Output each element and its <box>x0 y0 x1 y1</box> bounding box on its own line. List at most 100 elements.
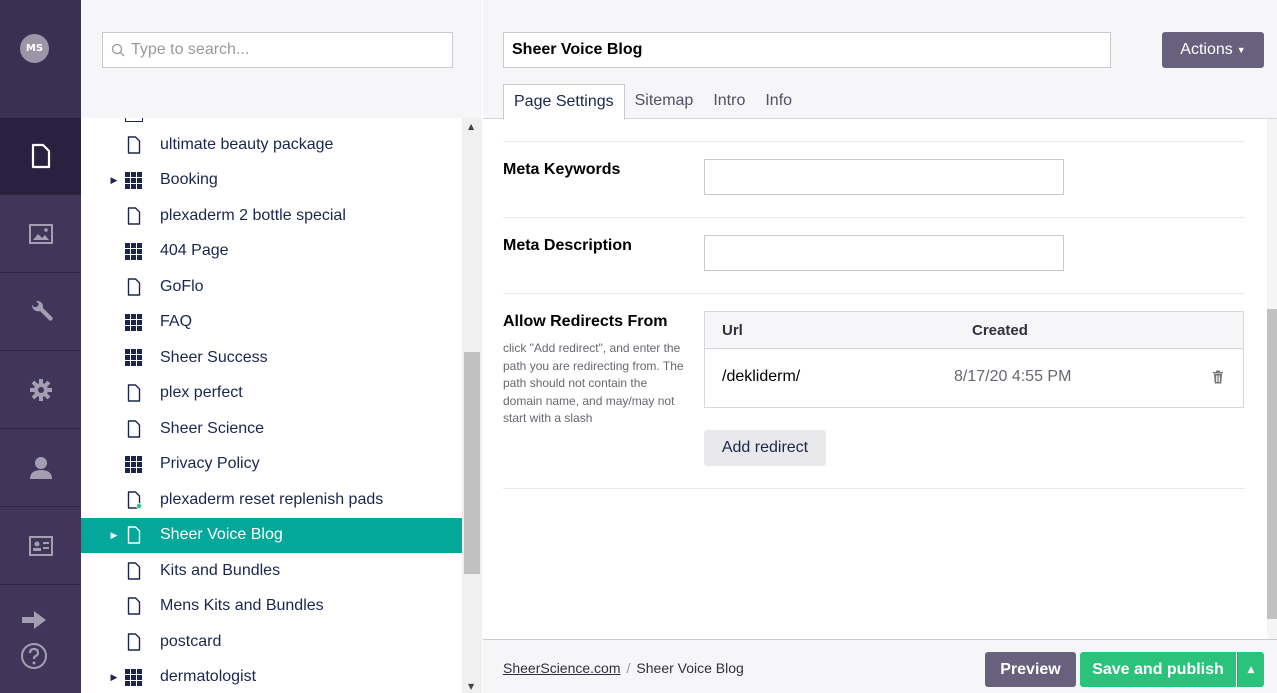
page-icon <box>125 136 143 154</box>
redirects-table-header: Url Created <box>705 312 1243 349</box>
grid-icon <box>125 313 143 331</box>
created-column-header: Created <box>972 322 1028 339</box>
page-new-icon <box>125 491 143 509</box>
tree-item[interactable]: plexaderm reset replenish pads <box>81 482 462 518</box>
editor-footer: SheerScience.com / Sheer Voice Blog Prev… <box>483 639 1277 693</box>
section-rail: MS <box>0 0 81 693</box>
meta-description-property: Meta Description <box>503 218 1245 294</box>
editor-scroll-thumb[interactable] <box>1267 309 1277 619</box>
page-icon <box>125 597 143 615</box>
actions-button[interactable]: Actions ▼ <box>1162 32 1264 68</box>
tree-item[interactable]: ▶ Booking <box>81 163 462 199</box>
caret-up-icon: ▲ <box>1247 664 1255 675</box>
page-icon <box>125 384 143 402</box>
rail-bottom <box>0 596 81 693</box>
content-section[interactable] <box>0 118 81 195</box>
tree-item-label: 404 Page <box>160 242 229 260</box>
search-input[interactable] <box>131 41 431 59</box>
page-icon <box>125 526 143 544</box>
page-icon-partial <box>125 118 143 122</box>
tree-item[interactable]: ultimate beauty package <box>81 127 462 163</box>
id-card-icon <box>28 536 53 556</box>
meta-keywords-input[interactable] <box>704 159 1064 195</box>
tree-item-label: dermatologist <box>160 668 257 686</box>
tree-item[interactable]: Sheer Success <box>81 340 462 376</box>
tree-item[interactable]: Privacy Policy <box>81 447 462 483</box>
trash-icon[interactable] <box>1212 370 1224 384</box>
tree-item[interactable]: GoFlo <box>81 269 462 305</box>
tree-item-label: postcard <box>160 632 222 650</box>
editor-tabs: Page Settings Sitemap Intro Info <box>503 84 802 120</box>
tree-item-label: GoFlo <box>160 277 204 295</box>
tree-item-label: ultimate beauty package <box>160 135 334 153</box>
help-icon[interactable] <box>20 642 48 670</box>
add-redirect-button[interactable]: Add redirect <box>704 430 826 466</box>
gear-icon <box>29 379 52 401</box>
tree-item-label: Sheer Science <box>160 419 265 437</box>
tab-intro[interactable]: Intro <box>703 84 755 119</box>
redirect-created: 8/17/20 4:55 PM <box>954 368 1072 385</box>
settings-section[interactable] <box>0 274 81 351</box>
redirects-table: Url Created /dekliderm/ 8/17/20 4:55 PM <box>704 311 1244 408</box>
editor-panel: Sheer Voice Blog Actions ▼ Page Settings… <box>483 0 1277 693</box>
save-and-publish-button[interactable]: Save and publish <box>1080 652 1236 687</box>
tab-page-settings[interactable]: Page Settings <box>503 84 625 120</box>
tree-item[interactable]: FAQ <box>81 305 462 341</box>
avatar[interactable]: MS <box>20 34 49 63</box>
redirects-description: click "Add redirect", and enter the path… <box>503 341 684 425</box>
image-icon <box>28 224 53 244</box>
editor-scrollbar[interactable] <box>1267 119 1277 639</box>
packages-section[interactable] <box>0 352 81 429</box>
tree-item[interactable]: postcard <box>81 624 462 660</box>
document-icon <box>31 143 50 169</box>
breadcrumb-root-link[interactable]: SheerScience.com <box>503 660 621 676</box>
expand-caret-icon[interactable]: ▶ <box>109 175 119 186</box>
page-name-input[interactable]: Sheer Voice Blog <box>503 32 1111 68</box>
editor-body: Meta Keywords Meta Description Allow Red… <box>483 119 1267 639</box>
tree-item[interactable]: ▶ Sheer Voice Blog <box>81 517 462 553</box>
scroll-up-arrow[interactable]: ▲ <box>468 122 474 131</box>
wrench-icon <box>31 300 53 321</box>
tree-item[interactable]: ▶ dermatologist <box>81 660 462 693</box>
tree-item[interactable]: Kits and Bundles <box>81 553 462 589</box>
grid-icon <box>125 242 143 260</box>
page-icon <box>125 207 143 225</box>
members-section[interactable] <box>0 508 81 585</box>
search-icon <box>111 43 125 57</box>
tree-item[interactable]: Mens Kits and Bundles <box>81 589 462 625</box>
tree-item[interactable]: plexaderm 2 bottle special <box>81 198 462 234</box>
expand-caret-icon[interactable]: ▶ <box>109 672 119 683</box>
publish-options-button[interactable]: ▲ <box>1237 652 1264 687</box>
tree-item-label: plex perfect <box>160 384 243 402</box>
tab-sitemap[interactable]: Sitemap <box>625 84 704 119</box>
arrow-right-icon[interactable] <box>20 608 48 632</box>
app-window: MS Type to search... ultimate beauty pac… <box>0 0 1277 693</box>
tree-list: ultimate beauty package ▶ Booking plexaderm… <box>81 118 462 693</box>
tree-item-label: Sheer Voice Blog <box>160 526 283 544</box>
tree-item[interactable]: Sheer Science <box>81 411 462 447</box>
expand-caret-icon[interactable]: ▶ <box>109 530 119 541</box>
tree-item[interactable]: 404 Page <box>81 234 462 270</box>
editor-header: Sheer Voice Blog Actions ▼ Page Settings… <box>483 0 1277 120</box>
users-section[interactable] <box>0 430 81 507</box>
tree-search-box[interactable] <box>102 32 453 68</box>
page-icon <box>125 420 143 438</box>
tree-item-label: Booking <box>160 171 218 189</box>
media-section[interactable] <box>0 196 81 273</box>
meta-description-label: Meta Description <box>503 237 632 254</box>
page-icon <box>125 562 143 580</box>
meta-description-input[interactable] <box>704 235 1064 271</box>
tab-info[interactable]: Info <box>755 84 802 119</box>
meta-keywords-property: Meta Keywords <box>503 142 1245 218</box>
grid-icon <box>125 455 143 473</box>
scroll-thumb[interactable] <box>464 352 480 574</box>
preview-button[interactable]: Preview <box>985 652 1076 687</box>
scroll-down-arrow[interactable]: ▼ <box>468 682 474 691</box>
grid-icon <box>125 668 143 686</box>
tree-item-label: Privacy Policy <box>160 455 260 473</box>
breadcrumb: SheerScience.com / Sheer Voice Blog <box>503 660 744 676</box>
tree-scrollbar[interactable]: ▲ ▼ <box>462 118 482 693</box>
tree-item-label: Kits and Bundles <box>160 561 281 579</box>
actions-label: Actions <box>1180 41 1233 58</box>
tree-item[interactable]: plex perfect <box>81 376 462 412</box>
